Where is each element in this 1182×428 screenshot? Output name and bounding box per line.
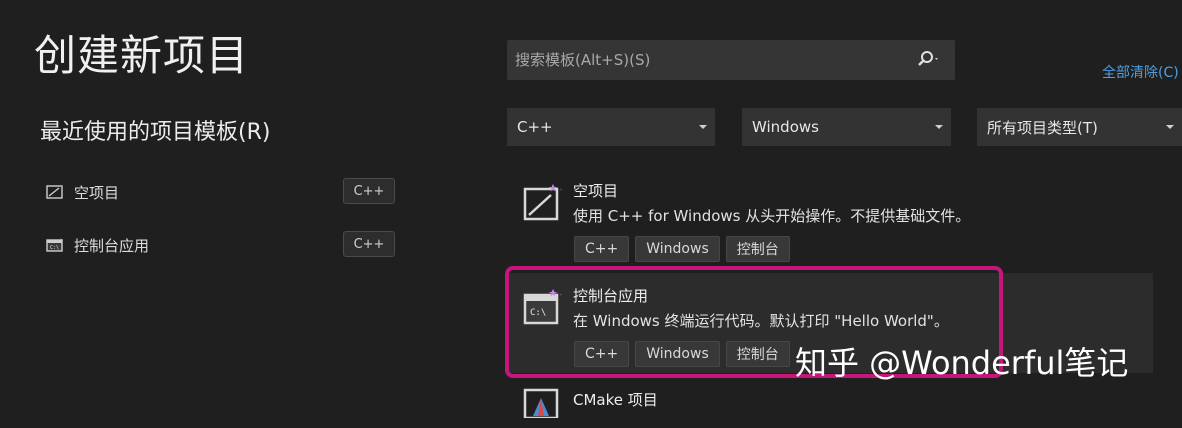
recent-templates-heading: 最近使用的项目模板(R): [40, 120, 271, 145]
page-title: 创建新项目: [34, 31, 250, 80]
recent-item-label: 空项目: [74, 183, 120, 202]
watermark: 知乎 @Wonderful笔记: [795, 344, 1129, 382]
project-type-filter-value: 所有项目类型(T): [987, 118, 1098, 137]
svg-text:C:\: C:\: [50, 245, 59, 251]
template-name: 空项目: [573, 182, 619, 200]
recent-item-console-app[interactable]: C:\ 控制台应用 C++: [38, 231, 398, 259]
empty-project-icon: [523, 182, 563, 222]
template-description: 使用 C++ for Windows 从头开始操作。不提供基础文件。: [573, 207, 971, 225]
tag-project-type: 控制台: [725, 236, 790, 262]
template-empty-project[interactable]: 空项目 使用 C++ for Windows 从头开始操作。不提供基础文件。 C…: [507, 168, 1153, 268]
language-tag: C++: [343, 231, 395, 257]
tag-platform: Windows: [635, 236, 720, 262]
recent-item-empty-project[interactable]: 空项目 C++: [38, 178, 398, 206]
chevron-down-icon: [699, 125, 707, 129]
language-tag: C++: [343, 178, 395, 204]
template-name: CMake 项目: [573, 391, 658, 409]
platform-filter-value: Windows: [752, 118, 819, 136]
template-search-box[interactable]: [507, 40, 955, 80]
tag-language: C++: [574, 236, 630, 262]
search-icon[interactable]: [917, 50, 939, 70]
clear-all-link[interactable]: 全部清除(C): [1102, 62, 1179, 82]
recent-item-label: 控制台应用: [74, 236, 150, 255]
language-filter-dropdown[interactable]: C++: [507, 108, 715, 146]
chevron-down-icon: [935, 125, 943, 129]
template-tags: C++ Windows 控制台: [574, 236, 790, 262]
language-filter-value: C++: [517, 118, 553, 136]
project-type-filter-dropdown[interactable]: 所有项目类型(T): [977, 108, 1182, 146]
platform-filter-dropdown[interactable]: Windows: [742, 108, 951, 146]
chevron-down-icon: [1166, 125, 1174, 129]
console-app-icon: C:\: [44, 236, 66, 254]
cmake-icon: [523, 388, 563, 428]
search-input[interactable]: [513, 50, 907, 70]
empty-project-icon: [44, 183, 66, 201]
